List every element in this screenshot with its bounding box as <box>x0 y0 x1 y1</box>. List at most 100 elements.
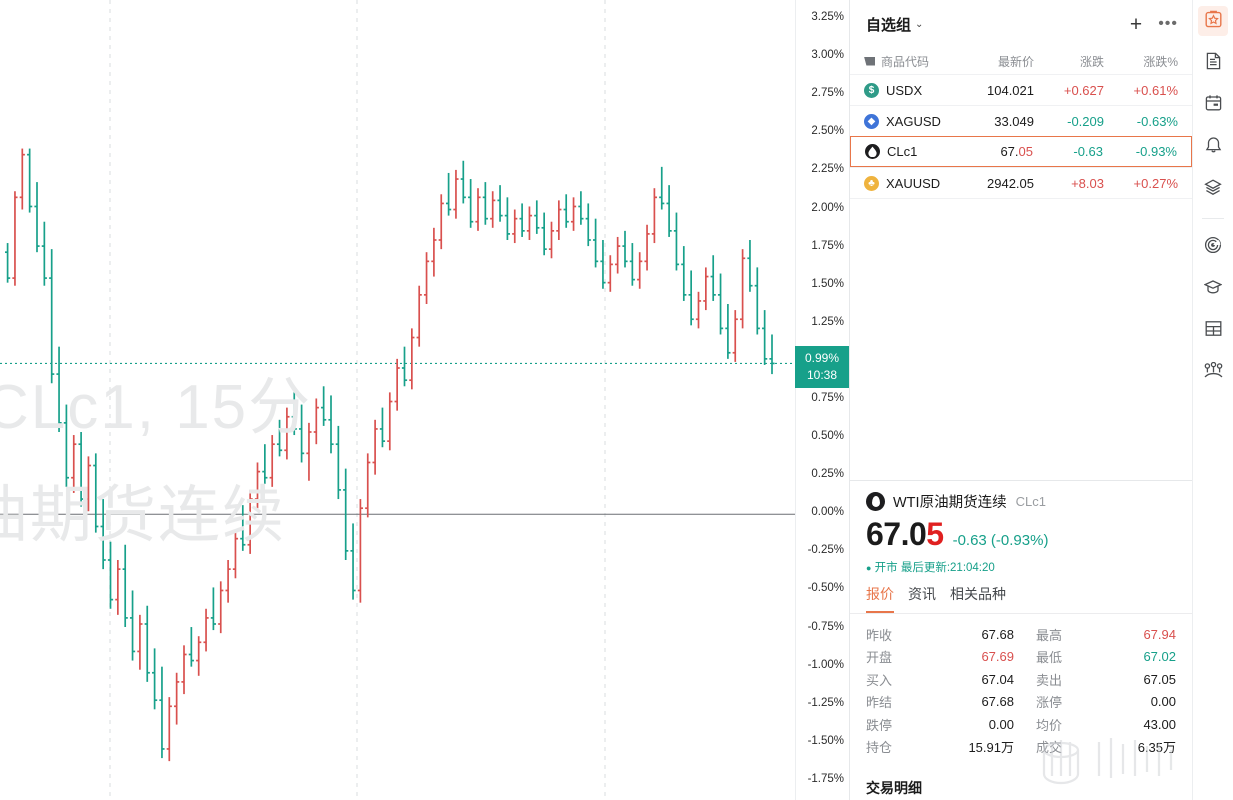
price-tick: 3.00% <box>811 49 844 62</box>
watchlist-row-usdx[interactable]: $ USDX 104.021 +0.627 +0.61% <box>850 74 1192 105</box>
graduation-cap-icon <box>1203 278 1223 301</box>
ohlc-bar <box>534 200 540 234</box>
ohlc-bar <box>747 240 753 292</box>
ohlc-bar <box>409 328 415 390</box>
table-grid-icon <box>1205 320 1222 342</box>
chevron-down-icon[interactable]: ⌄ <box>915 19 923 30</box>
more-icon[interactable]: ••• <box>1158 15 1178 33</box>
watchlist-row-xagusd[interactable]: ◆ XAGUSD 33.049 -0.209 -0.63% <box>850 105 1192 136</box>
quote-stat-row: 开盘 67.69 最低 67.02 <box>866 646 1176 669</box>
ohlc-bar <box>225 560 231 603</box>
status-dot-icon: ● <box>866 563 872 573</box>
ohlc-bars <box>5 148 775 762</box>
ohlc-bar <box>570 197 577 231</box>
ohlc-bar <box>12 191 18 286</box>
ohlc-bar <box>688 270 694 326</box>
ohlc-bar <box>19 148 25 210</box>
rail-button-network-nodes[interactable] <box>1198 358 1228 388</box>
stat-label: 持仓 <box>866 740 893 756</box>
detail-tab-资讯[interactable]: 资讯 <box>908 584 936 613</box>
price-chart[interactable]: CLc1, 15分 油期货连续 <box>0 0 795 800</box>
watchlist-title[interactable]: 自选组 <box>866 14 911 35</box>
rail-button-watchlist-star[interactable] <box>1198 6 1228 36</box>
ohlc-bar <box>401 346 408 387</box>
detail-tab-相关品种[interactable]: 相关品种 <box>950 584 1006 613</box>
quote-stat-row: 昨收 67.68 最高 67.94 <box>866 623 1176 646</box>
stat-label: 买入 <box>866 672 893 688</box>
watchlist-empty-space <box>850 198 1192 480</box>
column-symbol[interactable]: 商品代码 <box>881 53 956 70</box>
watchlist-change: +8.03 <box>1071 175 1104 191</box>
watchlist-change-pct: +0.27% <box>1133 175 1178 191</box>
plus-icon[interactable]: + <box>1130 14 1142 35</box>
price-tick: -1.50% <box>807 734 844 747</box>
ohlc-bar <box>504 197 510 240</box>
watchlist-column-headers: 商品代码 最新价 涨跌 涨跌% <box>850 48 1192 74</box>
stat-value: 67.05 <box>1143 671 1176 687</box>
ohlc-bar <box>637 252 643 289</box>
rail-button-bell[interactable] <box>1198 132 1228 162</box>
ohlc-bar <box>732 310 738 362</box>
ohlc-bar <box>115 560 121 615</box>
rail-button-radar[interactable] <box>1198 232 1228 262</box>
watchlist-row-clc1[interactable]: CLc1 67.05 -0.63 -0.93% <box>850 136 1192 167</box>
trade-detail-heading[interactable]: 交易明细 <box>850 758 1192 798</box>
stat-value: 6.35万 <box>1137 740 1176 756</box>
ohlc-bar <box>453 169 459 219</box>
ohlc-bar <box>512 209 518 244</box>
ohlc-bar <box>328 395 334 454</box>
ohlc-bar <box>548 221 555 259</box>
watchlist-change: -0.209 <box>1067 113 1104 129</box>
ohlc-bar <box>703 267 709 311</box>
ohlc-bar <box>313 398 319 445</box>
watchlist-row-xauusd[interactable]: ♣ XAUUSD 2942.05 +8.03 +0.27% <box>850 167 1192 198</box>
ohlc-bar <box>681 246 687 301</box>
usd-circle-icon: $ <box>864 82 879 98</box>
ohlc-bar <box>446 172 452 216</box>
stat-label: 最高 <box>1036 627 1063 643</box>
rail-button-news-document[interactable] <box>1198 48 1228 78</box>
ohlc-bar <box>769 334 775 375</box>
watchlist-last-price: 104.021 <box>987 82 1034 98</box>
price-tick: 1.75% <box>811 239 844 252</box>
current-price-value: 0.99% <box>804 351 840 366</box>
stat-value: 0.00 <box>1150 694 1176 710</box>
rail-button-layers[interactable] <box>1198 174 1228 204</box>
watchlist-change: +0.627 <box>1063 82 1104 98</box>
ohlc-bar <box>152 648 158 710</box>
silver-diamond-icon: ◆ <box>864 113 879 129</box>
oil-drop-icon <box>866 492 885 511</box>
watchlist-last-price: 33.049 <box>994 113 1034 129</box>
price-tick: -1.25% <box>807 696 844 709</box>
stat-value: 0.00 <box>988 716 1014 732</box>
ohlc-bar <box>34 182 40 253</box>
price-tick: 0.00% <box>811 506 844 519</box>
stat-value: 67.68 <box>981 694 1014 710</box>
ohlc-bar <box>659 166 665 210</box>
ohlc-bar <box>423 252 430 304</box>
ohlc-bar <box>666 185 672 237</box>
price-tick: -0.50% <box>807 582 844 595</box>
price-tick: 3.25% <box>811 11 844 24</box>
ohlc-bar <box>622 230 628 268</box>
watchlist-rows: $ USDX 104.021 +0.627 +0.61% ◆ XAGUSD 33.049 -0.… <box>850 74 1192 198</box>
status-text: 开市 最后更新:21:04:20 <box>874 562 995 574</box>
ohlc-bar <box>725 304 731 359</box>
rail-button-graduation-cap[interactable] <box>1198 274 1228 304</box>
watchlist-symbol: XAUUSD <box>886 175 941 191</box>
watchlist-header: 自选组 ⌄ + ••• <box>850 0 1192 48</box>
price-axis[interactable]: 3.25% 3.00% 2.75% 2.50% 2.25% 2.00% 1.75% 1.50%… <box>795 0 849 800</box>
column-change-pct[interactable]: 涨跌% <box>1104 53 1178 70</box>
rail-button-table-grid[interactable] <box>1198 316 1228 346</box>
instrument-code: CLc1 <box>1015 494 1046 509</box>
column-last-price[interactable]: 最新价 <box>956 53 1034 70</box>
rail-button-calendar[interactable] <box>1198 90 1228 120</box>
watchlist-star-icon <box>1205 10 1222 33</box>
stat-value: 67.94 <box>1143 626 1176 642</box>
price-change: -0.63 (-0.93%) <box>952 532 1049 549</box>
sort-indicator-icon[interactable] <box>864 56 875 66</box>
column-change[interactable]: 涨跌 <box>1034 53 1104 70</box>
detail-tab-报价[interactable]: 报价 <box>866 584 894 613</box>
ohlc-bar <box>651 188 657 244</box>
stat-value: 67.69 <box>981 649 1014 665</box>
